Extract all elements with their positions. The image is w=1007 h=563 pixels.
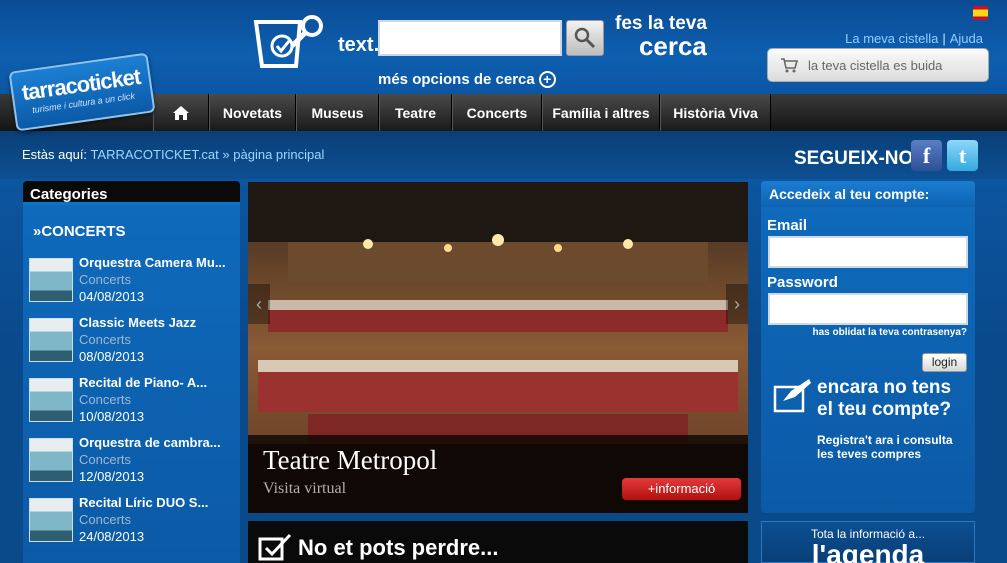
event-thumbnail[interactable] xyxy=(29,498,73,542)
no-account-title: encara no tens el teu compte? xyxy=(817,377,952,420)
slide-caption: Teatre Metropol Visita virtual +informac… xyxy=(248,435,748,513)
event-date: 08/08/2013 xyxy=(79,349,145,364)
event-item[interactable]: Classic Meets Jazz Concerts 08/08/2013 xyxy=(23,310,240,370)
breadcrumb: Estàs aquí: TARRACOTICKET.cat » pàgina p… xyxy=(22,147,324,162)
search-button[interactable] xyxy=(566,20,604,56)
breadcrumb-root-link[interactable]: TARRACOTICKET.cat xyxy=(90,147,218,162)
event-item[interactable]: Recital de Piano- A... Concerts 10/08/20… xyxy=(23,370,240,430)
forgot-password-link[interactable]: has oblidat la teva contrasenya? xyxy=(761,327,975,338)
slide-title: Teatre Metropol xyxy=(263,445,438,475)
my-cart-link[interactable]: La meva cistella xyxy=(845,31,938,46)
checkbox-icon xyxy=(258,533,292,561)
event-title[interactable]: Classic Meets Jazz xyxy=(79,314,231,331)
event-thumbnail[interactable] xyxy=(29,378,73,422)
search-tagline: fes la teva cerca xyxy=(615,14,707,59)
help-link[interactable]: Ajuda xyxy=(950,31,983,46)
categories-panel: Categories »CONCERTS Orquestra Camera Mu… xyxy=(23,181,240,563)
event-item[interactable]: Orquestra Camera Mu... Concerts 04/08/20… xyxy=(23,250,240,310)
search-input[interactable] xyxy=(378,20,562,56)
event-category: Concerts xyxy=(79,392,132,407)
login-button[interactable]: login xyxy=(922,353,967,372)
event-thumbnail[interactable] xyxy=(29,438,73,482)
event-item[interactable]: Recital Líric DUO S... Concerts 24/08/20… xyxy=(23,490,240,550)
link-separator: | xyxy=(942,31,946,46)
nav-bar-right xyxy=(771,94,1007,131)
more-info-button[interactable]: +informació xyxy=(622,478,741,500)
event-date: 24/08/2013 xyxy=(79,529,145,544)
event-category: Concerts xyxy=(79,452,132,467)
event-thumbnail[interactable] xyxy=(29,318,73,362)
event-thumbnail[interactable] xyxy=(29,258,73,302)
top-links: La meva cistella | Ajuda xyxy=(845,31,983,46)
spain-flag-icon[interactable] xyxy=(973,6,988,20)
event-category: Concerts xyxy=(79,512,132,527)
nav-familia[interactable]: Família i altres xyxy=(542,94,660,131)
event-title[interactable]: Recital Líric DUO S... xyxy=(79,494,231,511)
login-panel: Accedeix al teu compte: Email Password h… xyxy=(761,181,975,513)
dont-miss-title: No et pots perdre... xyxy=(298,535,499,560)
facebook-icon[interactable]: f xyxy=(911,140,942,171)
event-title[interactable]: Orquestra Camera Mu... xyxy=(79,254,231,271)
email-label: Email xyxy=(767,217,808,234)
search-label: text. xyxy=(338,34,380,56)
breadcrumb-current: pàgina principal xyxy=(233,147,325,162)
home-button[interactable] xyxy=(153,94,209,131)
nav-museus[interactable]: Museus xyxy=(296,94,379,131)
password-label: Password xyxy=(767,274,838,291)
tagline-line2: cerca xyxy=(638,31,707,61)
event-title[interactable]: Orquestra de cambra... xyxy=(79,434,231,451)
cart-status: la teva cistella es buida xyxy=(808,57,943,73)
magnifier-icon xyxy=(574,27,596,49)
event-date: 12/08/2013 xyxy=(79,469,145,484)
event-date: 10/08/2013 xyxy=(79,409,145,424)
event-category: Concerts xyxy=(79,272,132,287)
event-date: 04/08/2013 xyxy=(79,289,145,304)
slider-next-button[interactable]: › xyxy=(726,284,748,324)
twitter-icon[interactable]: t xyxy=(947,140,978,171)
nav-novetats[interactable]: Novetats xyxy=(209,94,296,131)
agenda-banner[interactable]: Tota la informació a... l'agenda xyxy=(761,521,975,563)
category-section-title[interactable]: »CONCERTS xyxy=(33,223,240,240)
event-category: Concerts xyxy=(79,332,132,347)
categories-title: Categories xyxy=(23,181,240,205)
breadcrumb-separator: » xyxy=(222,147,230,162)
nav-teatre[interactable]: Teatre xyxy=(379,94,452,131)
email-field[interactable] xyxy=(768,236,968,268)
plus-circle-icon: + xyxy=(538,71,556,88)
featured-slider: ‹ › Teatre Metropol Visita virtual +info… xyxy=(248,182,748,513)
follow-us-label: SEGUEIX-NOS xyxy=(794,148,926,169)
password-field[interactable] xyxy=(768,293,968,325)
event-item[interactable]: Orquestra de cambra... Concerts 12/08/20… xyxy=(23,430,240,490)
more-search-options-link[interactable]: més opcions de cerca + xyxy=(378,71,556,88)
shopping-cart-icon xyxy=(781,58,798,73)
slider-prev-button[interactable]: ‹ xyxy=(248,284,270,324)
login-title: Accedeix al teu compte: xyxy=(761,181,975,207)
nav-concerts[interactable]: Concerts xyxy=(452,94,542,131)
breadcrumb-prefix: Estàs aquí: xyxy=(22,147,88,162)
search-checkbox-icon xyxy=(253,15,323,68)
agenda-logo: l'agenda xyxy=(811,539,925,563)
home-icon xyxy=(173,105,189,120)
dont-miss-panel: No et pots perdre... xyxy=(248,521,748,563)
main-nav: Novetats Museus Teatre Concerts Família … xyxy=(153,94,771,131)
register-link[interactable]: Registra't ara i consulta les teves comp… xyxy=(817,433,967,461)
slide-subtitle: Visita virtual xyxy=(263,480,347,497)
register-pencil-icon xyxy=(773,379,811,413)
nav-historia-viva[interactable]: Història Viva xyxy=(660,94,771,131)
cart-box[interactable]: la teva cistella es buida xyxy=(767,48,989,82)
more-options-label: més opcions de cerca xyxy=(378,71,535,88)
event-title[interactable]: Recital de Piano- A... xyxy=(79,374,231,391)
